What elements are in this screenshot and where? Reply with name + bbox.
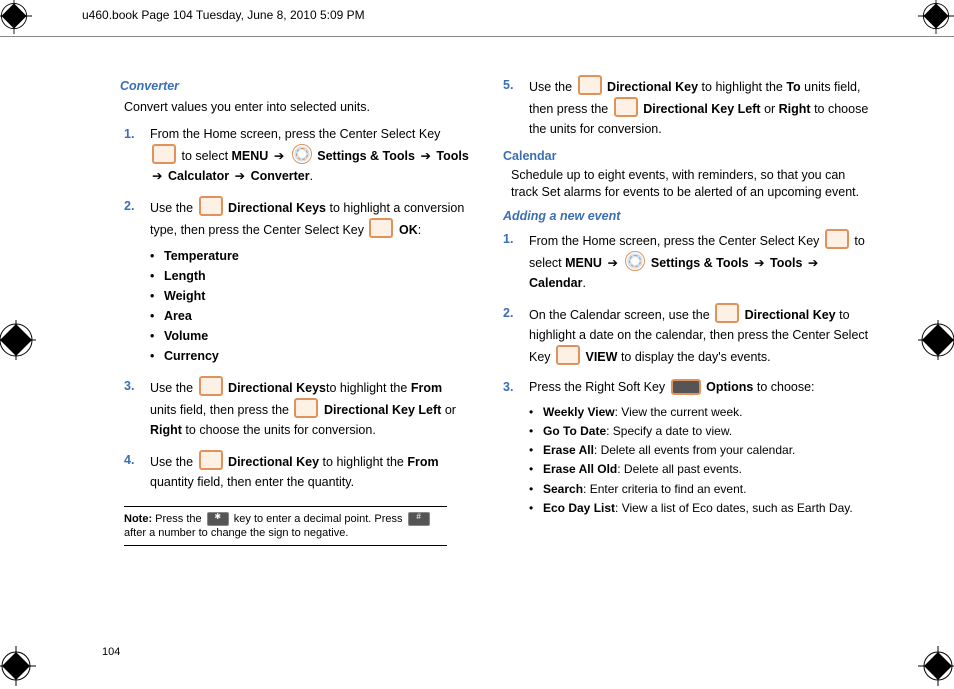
directional-key-icon [199,450,223,470]
document-header: u460.book Page 104 Tuesday, June 8, 2010… [82,8,365,22]
arrow-icon: ➔ [420,149,430,163]
list-item: Weight [150,286,471,306]
directional-key-icon [199,376,223,396]
arrow-icon: ➔ [235,169,245,183]
list-item: Go To Date: Specify a date to view. [529,422,874,441]
list-item: Search: Enter criteria to find an event. [529,480,874,499]
page-number: 104 [102,646,120,658]
settings-tools-icon [625,251,645,271]
list-item: Eco Day List: View a list of Eco dates, … [529,499,874,518]
center-select-key-icon [152,144,176,164]
calendar-intro: Schedule up to eight events, with remind… [511,167,874,201]
list-item: Area [150,306,471,326]
arrow-icon: ➔ [274,149,284,163]
calendar-step-1: 1. From the Home screen, press the Cente… [503,229,874,293]
converter-step-1: 1. From the Home screen, press the Cente… [124,124,471,186]
arrow-icon: ➔ [808,256,818,270]
list-item: Volume [150,326,471,346]
crop-mark-icon [0,646,36,686]
directional-key-icon [715,303,739,323]
step-number: 5. [503,75,513,95]
directional-key-icon [199,196,223,216]
directional-key-icon [578,75,602,95]
step-number: 3. [124,376,134,396]
crop-mark-icon [918,646,954,686]
list-item: Erase All Old: Delete all past events. [529,460,874,479]
converter-step-3: 3. Use the Directional Keysto highlight … [124,376,471,440]
center-select-key-icon [369,218,393,238]
crop-mark-icon [918,320,954,360]
section-title-adding-event: Adding a new event [503,209,874,223]
converter-step-4: 4. Use the Directional Key to highlight … [124,450,471,492]
crop-mark-icon [0,0,36,38]
right-column: 5. Use the Directional Key to highlight … [503,75,874,546]
center-select-key-icon [825,229,849,249]
converter-step-5: 5. Use the Directional Key to highlight … [503,75,874,139]
page-content: Converter Convert values you enter into … [100,75,874,652]
directional-key-icon [294,398,318,418]
crop-mark-icon [0,320,36,360]
converter-step-2: 2. Use the Directional Keys to highlight… [124,196,471,366]
settings-tools-icon [292,144,312,164]
section-title-converter: Converter [120,79,471,93]
directional-key-icon [614,97,638,117]
list-item: Temperature [150,246,471,266]
list-item: Currency [150,346,471,366]
step-number: 2. [124,196,134,216]
step-number: 4. [124,450,134,470]
list-item: Weekly View: View the current week. [529,403,874,422]
note-block: Note: Press the key to enter a decimal p… [124,506,447,547]
arrow-icon: ➔ [607,256,617,270]
calendar-step-2: 2. On the Calendar screen, use the Direc… [503,303,874,367]
center-select-key-icon [556,345,580,365]
arrow-icon: ➔ [152,169,162,183]
step-number: 2. [503,303,513,323]
right-soft-key-icon [671,379,701,395]
calendar-step-3: 3. Press the Right Soft Key Options to c… [503,377,874,518]
left-column: Converter Convert values you enter into … [100,75,471,546]
crop-header: u460.book Page 104 Tuesday, June 8, 2010… [0,0,954,37]
list-item: Length [150,266,471,286]
step-number: 1. [124,124,134,144]
list-item: Erase All: Delete all events from your c… [529,441,874,460]
star-key-icon [207,512,229,526]
step-number: 1. [503,229,513,249]
section-title-calendar: Calendar [503,149,874,163]
crop-mark-icon [918,0,954,38]
arrow-icon: ➔ [754,256,764,270]
hash-key-icon [408,512,430,526]
step-number: 3. [503,377,513,397]
converter-intro: Convert values you enter into selected u… [124,99,471,116]
